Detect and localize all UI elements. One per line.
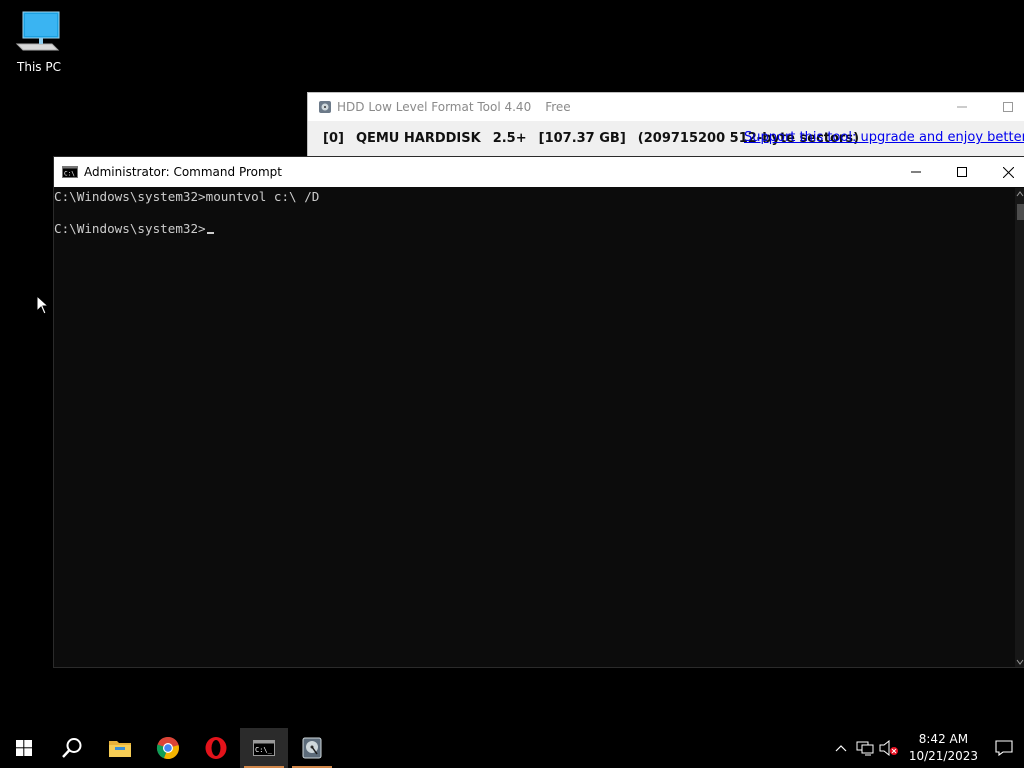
scroll-up-icon[interactable] [1016, 191, 1024, 197]
close-icon [1002, 166, 1014, 178]
desktop-icon-this-pc[interactable]: This PC [12, 8, 66, 76]
hdd-tool-titlebar[interactable]: HDD Low Level Format Tool 4.40 Free [308, 93, 1024, 121]
mouse-pointer-icon [36, 295, 49, 315]
hdd-maximize-button[interactable] [985, 93, 1024, 121]
console-prompt: C:\Windows\system32> [54, 221, 206, 236]
drive-revision: 2.5+ [492, 130, 527, 146]
start-button[interactable] [0, 728, 48, 768]
opera-button[interactable] [192, 728, 240, 768]
drive-size: [107.37 GB] [538, 130, 626, 146]
clock[interactable]: 8:42 AM 10/21/2023 [909, 731, 978, 765]
hdd-minimize-button[interactable] [939, 93, 985, 121]
windows-logo-icon [16, 740, 32, 756]
hdd-tool-edition: Free [545, 100, 571, 114]
chrome-button[interactable] [144, 728, 192, 768]
console-prompt-line[interactable]: C:\Windows\system32> [54, 221, 1015, 237]
scroll-down-icon[interactable] [1016, 659, 1024, 665]
system-tray: 8:42 AM 10/21/2023 [829, 728, 1024, 768]
cmd-close-button[interactable] [985, 157, 1024, 187]
network-button[interactable] [853, 728, 877, 768]
chrome-icon [156, 736, 179, 760]
maximize-icon [1003, 102, 1013, 112]
desktop-icon-label: This PC [17, 60, 61, 74]
folder-icon [109, 741, 131, 757]
network-icon [856, 741, 874, 756]
minimize-icon [911, 171, 921, 173]
cmd-taskbar-button[interactable]: C:\_ [240, 728, 288, 768]
maximize-icon [957, 167, 967, 177]
hdd-icon [302, 737, 322, 759]
notification-icon [995, 740, 1013, 756]
cmd-maximize-button[interactable] [939, 157, 985, 187]
support-tool-link[interactable]: Support this tool: upgrade and enjoy bet… [744, 130, 1024, 145]
svg-text:C:\_: C:\_ [255, 746, 273, 754]
console-line: C:\Windows\system32>mountvol c:\ /D [54, 189, 320, 204]
cmd-minimize-button[interactable] [893, 157, 939, 187]
svg-text:C:\: C:\ [64, 171, 75, 178]
action-center-button[interactable] [984, 728, 1024, 768]
cmd-scrollbar[interactable] [1015, 188, 1024, 667]
drive-model: QEMU HARDDISK [355, 130, 481, 146]
hdd-icon [319, 101, 331, 113]
cmd-title: Administrator: Command Prompt [84, 165, 282, 179]
scrollbar-thumb[interactable] [1017, 204, 1024, 220]
clock-time: 8:42 AM [918, 732, 969, 746]
hdd-tool-window[interactable]: HDD Low Level Format Tool 4.40 Free [0] … [307, 92, 1024, 158]
taskbar: C:\_ 8:42 AM 10/21/2023 [0, 728, 1024, 768]
minimize-icon [957, 106, 967, 108]
console-output[interactable]: C:\Windows\system32>mountvol c:\ /D C:\W… [54, 188, 1015, 667]
cmd-titlebar[interactable]: C:\ Administrator: Command Prompt [54, 157, 1024, 187]
hdd-drive-row[interactable]: [0] QEMU HARDDISK 2.5+ [107.37 GB] (2097… [308, 121, 1024, 155]
volume-button[interactable] [877, 728, 901, 768]
cmd-icon: C:\_ [253, 740, 275, 756]
cmd-window[interactable]: C:\ Administrator: Command Prompt C:\Win… [53, 156, 1024, 668]
volume-muted-icon [879, 740, 898, 756]
show-hidden-icons-button[interactable] [829, 728, 853, 768]
search-button[interactable] [48, 728, 96, 768]
cmd-icon: C:\ [62, 166, 78, 178]
this-pc-icon [15, 11, 60, 51]
text-cursor [206, 232, 214, 234]
clock-date: 10/21/2023 [908, 749, 978, 763]
search-icon [62, 738, 82, 758]
hdd-tool-title: HDD Low Level Format Tool 4.40 [337, 100, 532, 114]
hdd-tool-taskbar-button[interactable] [288, 728, 336, 768]
chevron-up-icon [835, 745, 847, 752]
file-explorer-button[interactable] [96, 728, 144, 768]
drive-index: [0] [323, 130, 344, 146]
opera-icon [205, 737, 227, 759]
